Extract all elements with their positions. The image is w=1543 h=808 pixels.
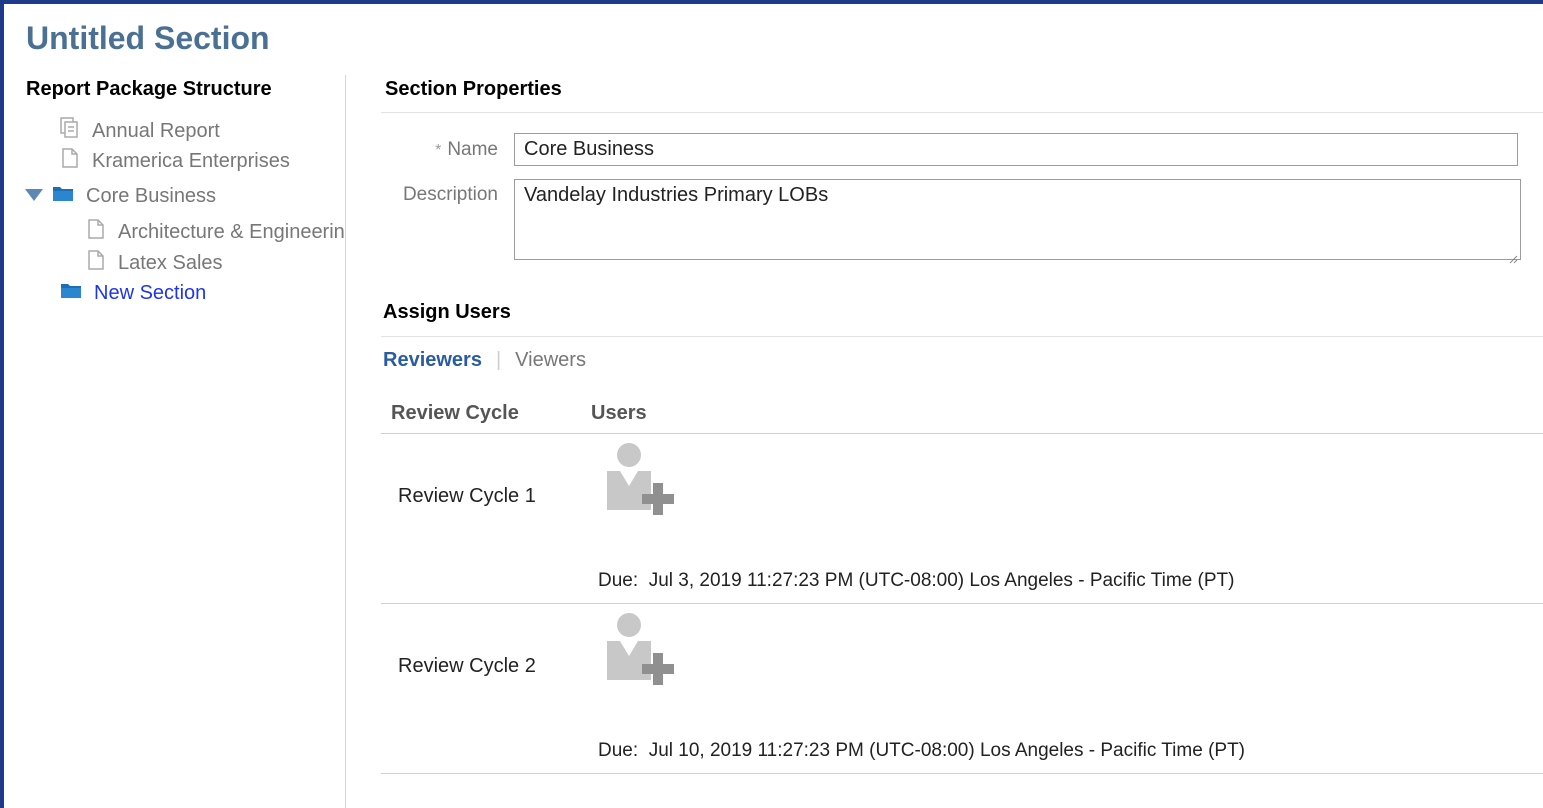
section-divider [381, 336, 1543, 337]
review-cycle-name: Review Cycle 1 [398, 485, 536, 507]
panel-divider [345, 75, 346, 808]
section-divider [381, 112, 1543, 113]
due-label: Due: [598, 740, 639, 761]
add-user-icon[interactable] [604, 442, 676, 522]
tree-item-label: Annual Report [92, 119, 220, 142]
tab-viewers[interactable]: Viewers [515, 349, 586, 372]
tree-item-label: Latex Sales [118, 251, 223, 274]
tree-item-annual-report[interactable]: Annual Report [60, 117, 220, 145]
report-package-icon [60, 117, 80, 145]
due-label: Due: [598, 570, 639, 591]
document-icon [86, 249, 106, 277]
tree-item-label: Core Business [86, 184, 217, 207]
description-label: Description [402, 184, 498, 205]
tree-item-latex-sales[interactable]: Latex Sales [86, 250, 223, 276]
section-properties-title: Section Properties [385, 78, 562, 100]
due-value: Jul 3, 2019 11:27:23 PM (UTC-08:00) Los … [648, 570, 1235, 591]
add-user-icon[interactable] [604, 612, 676, 692]
name-label-text: Name [447, 139, 498, 160]
name-input[interactable]: Core Business [514, 133, 1518, 166]
review-cycle-name: Review Cycle 2 [398, 655, 536, 677]
name-label: * Name [380, 139, 498, 161]
row-divider [381, 773, 1543, 774]
description-text: Vandelay Industries Primary LOBs [524, 184, 829, 206]
resize-grip-icon[interactable] [1508, 247, 1518, 264]
table-header-divider [381, 433, 1543, 434]
structure-tree-panel: Report Package Structure Annual Report K… [0, 0, 345, 808]
folder-icon [60, 281, 82, 305]
due-date: Due: Jul 10, 2019 11:27:23 PM (UTC-08:00… [598, 740, 1245, 762]
tree-item-architecture-engineering[interactable]: Architecture & Engineering [86, 219, 345, 245]
tree-item-core-business[interactable]: Core Business [24, 183, 216, 209]
tree-item-kramerica-enterprises[interactable]: Kramerica Enterprises [60, 148, 290, 174]
required-mark: * [435, 142, 442, 159]
tree-item-label: New Section [94, 281, 207, 304]
column-header-review-cycle: Review Cycle [391, 402, 519, 424]
due-date: Due: Jul 3, 2019 11:27:23 PM (UTC-08:00)… [598, 570, 1234, 592]
tab-separator: | [495, 349, 502, 371]
row-divider [381, 603, 1543, 604]
tree-title: Report Package Structure [26, 78, 272, 100]
expand-triangle-icon[interactable] [24, 185, 44, 208]
document-icon [60, 147, 80, 175]
tree-item-label: Kramerica Enterprises [92, 149, 290, 172]
due-value: Jul 10, 2019 11:27:23 PM (UTC-08:00) Los… [648, 740, 1246, 761]
tree-item-new-section[interactable]: New Section [60, 280, 206, 306]
folder-icon [52, 184, 74, 208]
tree-item-label: Architecture & Engineering [118, 220, 345, 243]
assign-users-title: Assign Users [383, 301, 511, 323]
document-icon [86, 218, 106, 246]
tab-reviewers[interactable]: Reviewers [383, 349, 482, 372]
column-header-users: Users [591, 402, 647, 424]
assign-tabs: Reviewers | Viewers [383, 349, 586, 372]
description-textarea[interactable]: Vandelay Industries Primary LOBs [514, 179, 1521, 264]
